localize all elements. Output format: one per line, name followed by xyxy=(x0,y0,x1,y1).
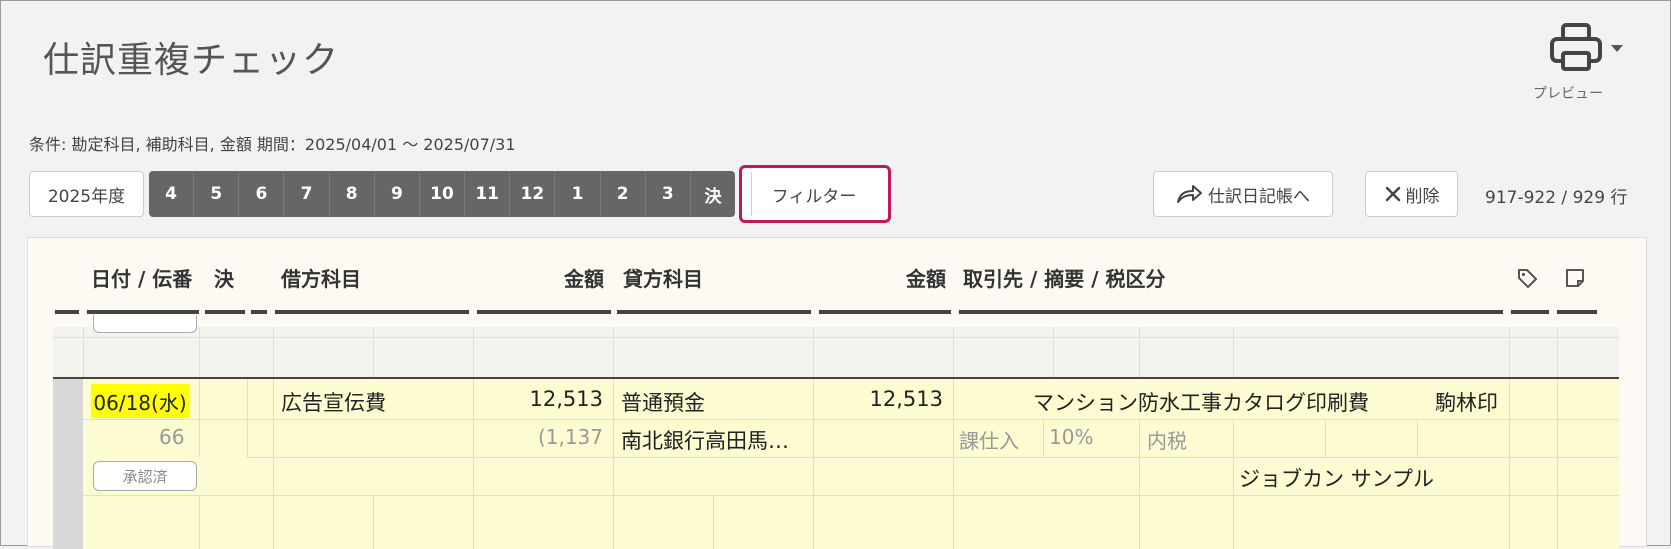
share-arrow-icon xyxy=(1177,185,1202,203)
debit-tax-amount: (1,137 xyxy=(537,425,603,449)
month-tab-settlement[interactable]: 決 xyxy=(691,171,735,217)
month-tab[interactable]: 5 xyxy=(194,171,240,217)
partner-name[interactable]: 駒林印 xyxy=(1435,387,1507,417)
user-name: ジョブカン サンプル xyxy=(1239,467,1435,491)
month-tab[interactable]: 6 xyxy=(239,171,285,217)
month-tab[interactable]: 1 xyxy=(555,171,601,217)
close-icon xyxy=(1385,186,1400,202)
column-underline xyxy=(55,310,79,314)
page-title: 仕訳重複チェック xyxy=(43,40,340,81)
header-date[interactable]: 日付 / 伝番 xyxy=(91,263,192,292)
condition-text: 条件: 勘定科目, 補助科目, 金額 期間：2025/04/01 〜 2025/… xyxy=(29,135,516,154)
header-credit-account[interactable]: 貸方科目 xyxy=(623,263,703,292)
month-tab[interactable]: 2 xyxy=(601,171,646,217)
column-underline xyxy=(87,310,199,314)
month-tab[interactable]: 12 xyxy=(510,171,556,217)
slip-number: 66 xyxy=(159,425,185,449)
previous-row xyxy=(53,315,1619,377)
column-underline xyxy=(1557,310,1597,314)
column-underline xyxy=(275,310,469,314)
tax-category[interactable]: 課仕入 xyxy=(959,425,1019,454)
month-tab[interactable]: 3 xyxy=(646,171,691,217)
column-underline xyxy=(205,310,245,314)
month-tab[interactable]: 9 xyxy=(375,171,420,217)
entry-date[interactable]: 06/18(水) xyxy=(91,384,189,418)
fiscal-year-button[interactable]: 2025年度 xyxy=(29,171,144,217)
month-tab[interactable]: 4 xyxy=(149,171,195,217)
month-tab[interactable]: 10 xyxy=(420,171,466,217)
header-credit-amount[interactable]: 金額 xyxy=(906,263,946,292)
header-settle[interactable]: 決 xyxy=(214,263,234,292)
description[interactable]: マンション防水工事カタログ印刷費 xyxy=(1033,387,1369,417)
table-row[interactable]: 06/18(水) 66 承認済 広告宣伝費 12,513 (1,137 普通預金… xyxy=(53,377,1619,549)
delete-button[interactable]: 削除 xyxy=(1365,171,1458,217)
chevron-down-icon[interactable] xyxy=(1611,45,1623,52)
header-partner[interactable]: 取引先 / 摘要 / 税区分 xyxy=(963,263,1165,292)
row-count: 917-922 / 929 行 xyxy=(1485,188,1628,208)
month-tab[interactable]: 8 xyxy=(330,171,375,217)
memo-icon[interactable] xyxy=(1564,267,1586,289)
column-underline xyxy=(1511,310,1549,314)
column-underline xyxy=(617,310,811,314)
month-tab[interactable]: 11 xyxy=(465,171,511,217)
column-underline xyxy=(251,310,267,314)
tag-icon[interactable] xyxy=(1516,267,1538,289)
tax-rate[interactable]: 10% xyxy=(1049,425,1093,449)
delete-label: 削除 xyxy=(1405,186,1440,207)
header-debit-account[interactable]: 借方科目 xyxy=(281,263,361,292)
journal-book-button[interactable]: 仕訳日記帳へ xyxy=(1153,171,1333,217)
header-debit-amount[interactable]: 金額 xyxy=(564,263,604,292)
printer-icon xyxy=(1550,23,1602,71)
month-tab[interactable]: 7 xyxy=(284,171,330,217)
credit-amount[interactable]: 12,513 xyxy=(870,387,943,411)
filter-button[interactable]: フィルター xyxy=(751,172,876,216)
preview-button[interactable]: プレビュー xyxy=(1531,21,1631,111)
column-underline xyxy=(477,310,611,314)
tax-type[interactable]: 内税 xyxy=(1147,425,1187,454)
status-badge xyxy=(93,315,197,333)
status-badge[interactable]: 承認済 xyxy=(93,461,197,491)
credit-sub-account[interactable]: 南北銀行高田馬… xyxy=(621,425,789,455)
preview-label: プレビュー xyxy=(1533,86,1603,102)
filter-highlight: フィルター xyxy=(739,165,891,223)
debit-account[interactable]: 広告宣伝費 xyxy=(281,387,386,417)
month-selector: 4 5 6 7 8 9 10 11 12 1 2 3 決 xyxy=(149,171,735,217)
column-underline xyxy=(959,310,1503,314)
column-underline xyxy=(819,310,951,314)
journal-book-label: 仕訳日記帳へ xyxy=(1208,186,1310,207)
journal-grid: 06/18(水) 66 承認済 広告宣伝費 12,513 (1,137 普通預金… xyxy=(53,315,1619,549)
debit-amount[interactable]: 12,513 xyxy=(530,387,603,411)
credit-account[interactable]: 普通預金 xyxy=(621,387,705,417)
